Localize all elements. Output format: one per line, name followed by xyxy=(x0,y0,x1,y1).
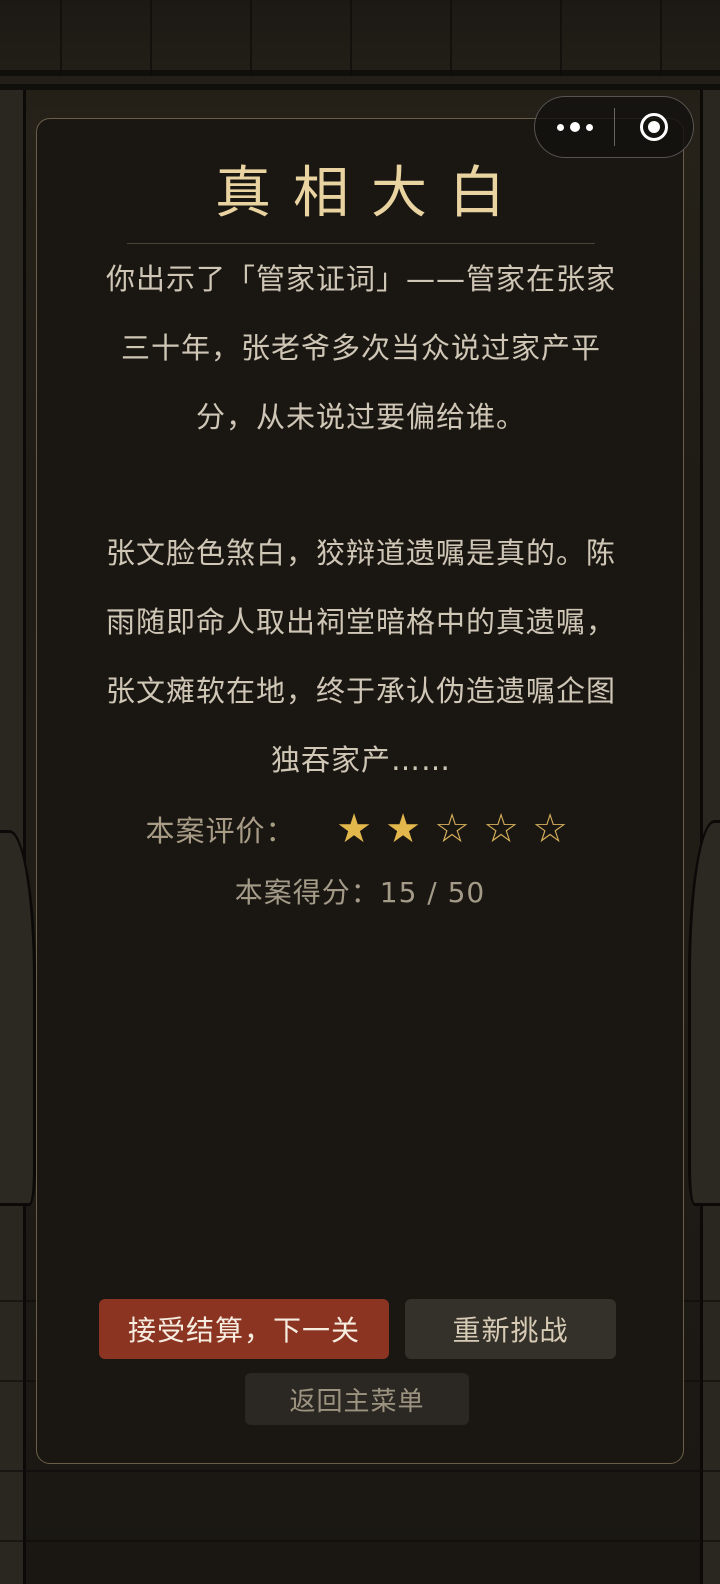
story-paragraph-2: 张文脸色煞白，狡辩道遗嘱是真的。陈雨随即命人取出祠堂暗格中的真遗嘱，张文瘫软在地… xyxy=(105,536,616,777)
accept-next-level-button[interactable]: 接受结算，下一关 xyxy=(99,1299,389,1359)
ceiling-plank xyxy=(60,0,62,75)
close-target-icon[interactable] xyxy=(615,97,693,157)
right-figure xyxy=(688,820,720,1206)
dot xyxy=(585,123,593,131)
ceiling-plank xyxy=(660,0,662,75)
ceiling-beam xyxy=(0,70,720,76)
dot xyxy=(569,122,580,132)
star-filled-icon: ★ xyxy=(336,806,372,852)
rating-label: 本案评价： xyxy=(145,814,296,848)
main-menu-button[interactable]: 返回主菜单 xyxy=(245,1373,469,1425)
ceiling-plank xyxy=(350,0,352,75)
case-score: 本案得分：15 / 50 xyxy=(234,876,486,909)
title-divider xyxy=(127,243,595,244)
floor-line xyxy=(0,1540,720,1542)
star-filled-icon: ★ xyxy=(385,806,421,852)
left-figure xyxy=(0,830,36,1206)
story-paragraph-1: 你出示了「管家证词」——管家在张家三十年，张老爷多次当众说过家产平分，从未说过要… xyxy=(105,262,616,434)
star-empty-icon: ☆ xyxy=(483,806,519,852)
ring xyxy=(639,113,668,141)
ceiling-plank xyxy=(250,0,252,75)
ceiling-plank xyxy=(560,0,562,75)
retry-button[interactable]: 重新挑战 xyxy=(405,1299,616,1359)
miniprogram-capsule xyxy=(534,96,694,158)
result-panel: 真相大白 你出示了「管家证词」——管家在张家三十年，张老爷多次当众说过家产平分，… xyxy=(36,118,684,1464)
dot xyxy=(556,123,564,131)
star-empty-icon: ☆ xyxy=(532,806,568,852)
star-empty-icon: ☆ xyxy=(434,806,470,852)
result-title: 真相大白 xyxy=(215,161,527,226)
ceiling-plank xyxy=(150,0,152,75)
ring-dot xyxy=(647,121,660,133)
ceiling-plank xyxy=(450,0,452,75)
case-rating: 本案评价： ★ ★ ☆ ☆ ☆ xyxy=(37,799,683,859)
more-dots-icon[interactable] xyxy=(535,97,614,157)
ceiling-beam xyxy=(0,84,720,90)
floor-line xyxy=(0,1470,720,1472)
